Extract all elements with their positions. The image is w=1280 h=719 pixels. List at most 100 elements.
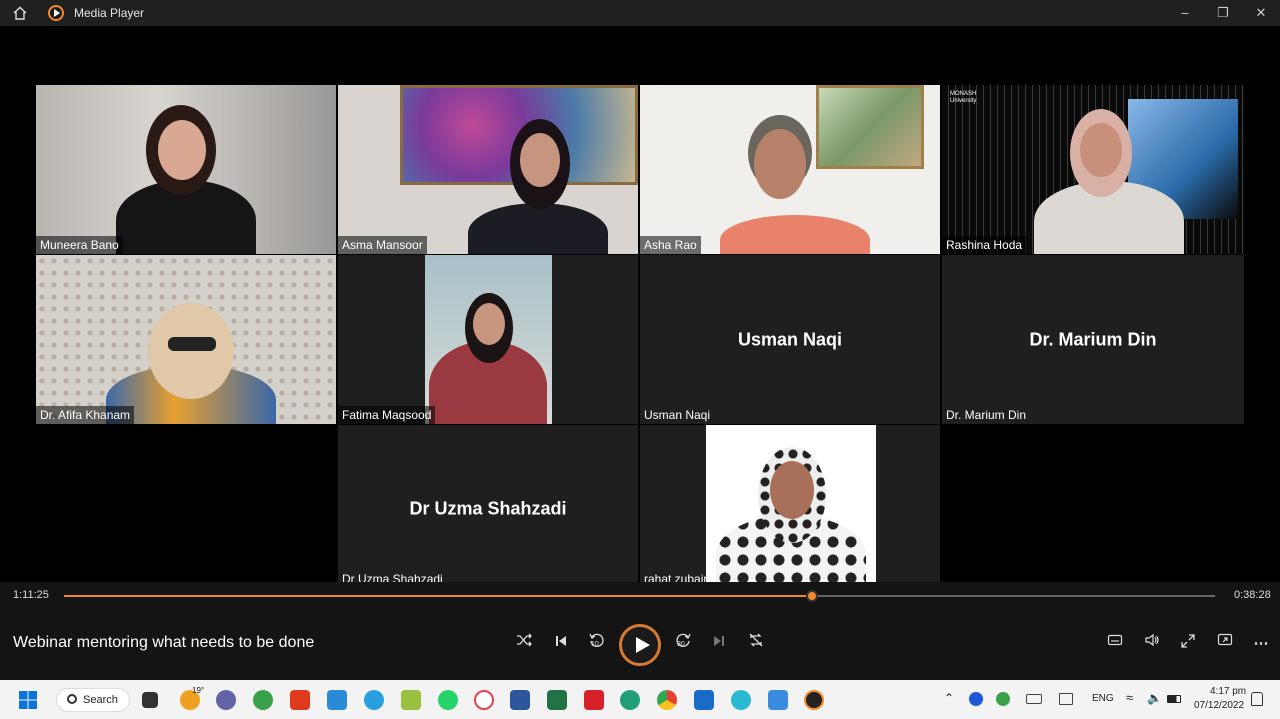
tray-green-icon[interactable] xyxy=(996,692,1010,706)
title-bar: Media Player – ❐ ✕ xyxy=(0,0,1280,26)
play-button[interactable] xyxy=(619,624,661,666)
captions-button[interactable] xyxy=(1103,632,1127,656)
more-options-button[interactable]: ⋯ xyxy=(1249,632,1273,656)
seek-bar-area: 1:11:25 0:38:28 xyxy=(0,582,1280,608)
previous-icon xyxy=(556,636,566,646)
participant-tile: Muneera Bano xyxy=(36,85,336,254)
seek-track[interactable] xyxy=(64,590,1215,602)
media-player-logo-icon xyxy=(48,5,64,21)
keyboard-icon[interactable] xyxy=(1026,694,1042,704)
search-icon xyxy=(67,694,77,704)
video-frame[interactable]: Muneera Bano Asma Mansoor Asha Rao MONAS… xyxy=(0,26,1280,582)
shuffle-button[interactable] xyxy=(512,632,536,656)
office-icon[interactable] xyxy=(290,690,310,710)
mini-player-icon xyxy=(1217,633,1233,646)
mini-player-button[interactable] xyxy=(1213,632,1237,656)
search-label: Search xyxy=(83,694,118,706)
participant-name-tag: Asha Rao xyxy=(640,236,701,254)
participant-name-tag: Fatima Maqsood xyxy=(338,406,436,424)
captions-icon xyxy=(1107,634,1123,646)
tray-blue-icon[interactable] xyxy=(969,692,983,706)
participant-photo xyxy=(706,425,876,582)
participant-video xyxy=(425,255,552,424)
repeat-button[interactable] xyxy=(744,632,768,656)
close-button[interactable]: ✕ xyxy=(1242,5,1280,21)
volume-muted-icon[interactable]: 🔈 xyxy=(1147,691,1162,705)
skip-back-button[interactable]: 10 xyxy=(585,632,609,656)
window-title: Media Player xyxy=(74,6,145,20)
chrome-icon[interactable] xyxy=(657,690,677,710)
seek-thumb[interactable] xyxy=(806,590,819,602)
shuffle-icon xyxy=(517,633,532,647)
media-player-taskbar-icon[interactable] xyxy=(804,690,824,710)
participant-name-tag: Muneera Bano xyxy=(36,236,123,254)
windows-start-icon xyxy=(19,691,37,709)
participant-center-name: Dr. Marium Din xyxy=(1029,329,1157,349)
next-button[interactable] xyxy=(707,632,731,656)
next-icon xyxy=(714,636,724,646)
volume-button[interactable] xyxy=(1140,632,1164,656)
home-button[interactable] xyxy=(0,6,40,20)
taskbar-search[interactable]: Search xyxy=(56,688,130,712)
participant-tile: Dr. Marium Din Dr. Marium Din xyxy=(942,255,1244,424)
participant-center-name: Dr Uzma Shahzadi xyxy=(409,498,567,519)
excel-icon[interactable] xyxy=(547,690,567,710)
participant-name-tag: Dr. Marium Din xyxy=(946,408,1027,422)
participant-tile: Dr Uzma Shahzadi Dr Uzma Shahzadi xyxy=(338,425,638,582)
wall-picture xyxy=(816,85,924,169)
fullscreen-icon xyxy=(1181,634,1195,648)
photos-icon[interactable] xyxy=(768,690,788,710)
playback-controls: Webinar mentoring what needs to be done … xyxy=(0,608,1280,680)
participant-tile: Dr. Afifa Khanam xyxy=(36,255,336,424)
fullscreen-button[interactable] xyxy=(1176,632,1200,656)
green-app-icon[interactable] xyxy=(253,690,273,710)
start-button[interactable] xyxy=(18,690,38,710)
participant-name-tag: Rashina Hoda xyxy=(942,236,1027,254)
word-icon[interactable] xyxy=(510,690,530,710)
notes-app-icon[interactable] xyxy=(401,690,421,710)
skip-forward-label: 30 xyxy=(677,641,685,648)
participant-tile: Usman Naqi Usman Naqi xyxy=(640,255,940,424)
edge-icon[interactable] xyxy=(620,690,640,710)
skip-forward-button[interactable]: 30 xyxy=(671,632,695,656)
previous-button[interactable] xyxy=(549,632,573,656)
show-hidden-icons-icon[interactable]: ⌃ xyxy=(944,691,954,705)
monash-logo: MONASH University xyxy=(950,91,977,104)
participant-name-tag: Asma Mansoor xyxy=(338,236,427,254)
task-view-icon[interactable] xyxy=(142,692,158,708)
whatsapp-icon[interactable] xyxy=(438,690,458,710)
mail-icon[interactable] xyxy=(694,690,714,710)
volume-icon xyxy=(1145,633,1159,647)
clock-date[interactable]: 07/12/2022 xyxy=(1194,700,1244,711)
participant-tile: MONASH University Rashina Hoda xyxy=(942,85,1244,254)
participant-center-name: Usman Naqi xyxy=(737,329,843,349)
canva-icon[interactable] xyxy=(731,690,751,710)
maximize-button[interactable]: ❐ xyxy=(1204,5,1242,21)
clock-time[interactable]: 4:17 pm xyxy=(1210,686,1246,697)
snipping-tool-icon[interactable] xyxy=(327,690,347,710)
home-icon xyxy=(13,6,27,20)
repeat-off-icon xyxy=(749,633,763,647)
circle-app-icon[interactable] xyxy=(474,690,494,710)
battery-icon[interactable] xyxy=(1167,695,1181,703)
display-icon[interactable] xyxy=(1059,693,1073,705)
minimize-button[interactable]: – xyxy=(1166,5,1204,21)
acrobat-icon[interactable] xyxy=(584,690,604,710)
notifications-icon[interactable] xyxy=(1251,692,1263,706)
media-title: Webinar mentoring what needs to be done xyxy=(13,634,315,651)
participant-name-tag: Dr. Afifa Khanam xyxy=(36,406,135,424)
wifi-icon[interactable]: ≈ xyxy=(1126,690,1133,705)
weather-temp: 19° xyxy=(192,686,205,695)
participant-tile: Fatima Maqsood xyxy=(338,255,638,424)
participant-tile: Asha Rao xyxy=(640,85,940,254)
teams-chat-icon[interactable] xyxy=(216,690,236,710)
language-indicator[interactable]: ENG xyxy=(1092,693,1114,704)
elapsed-time: 1:11:25 xyxy=(13,589,49,601)
participant-name-tag: Dr Uzma Shahzadi xyxy=(342,572,443,582)
taskbar: Search 19° ⌃ ENG ≈ 🔈 4:17 pm 07/12/2022 xyxy=(0,680,1280,719)
participant-name-tag: Usman Naqi xyxy=(644,408,711,422)
participant-name-tag: rahat zubair xyxy=(644,572,708,582)
browser-app-icon[interactable] xyxy=(364,690,384,710)
remaining-time: 0:38:28 xyxy=(1234,589,1271,601)
seek-progress xyxy=(64,595,813,597)
